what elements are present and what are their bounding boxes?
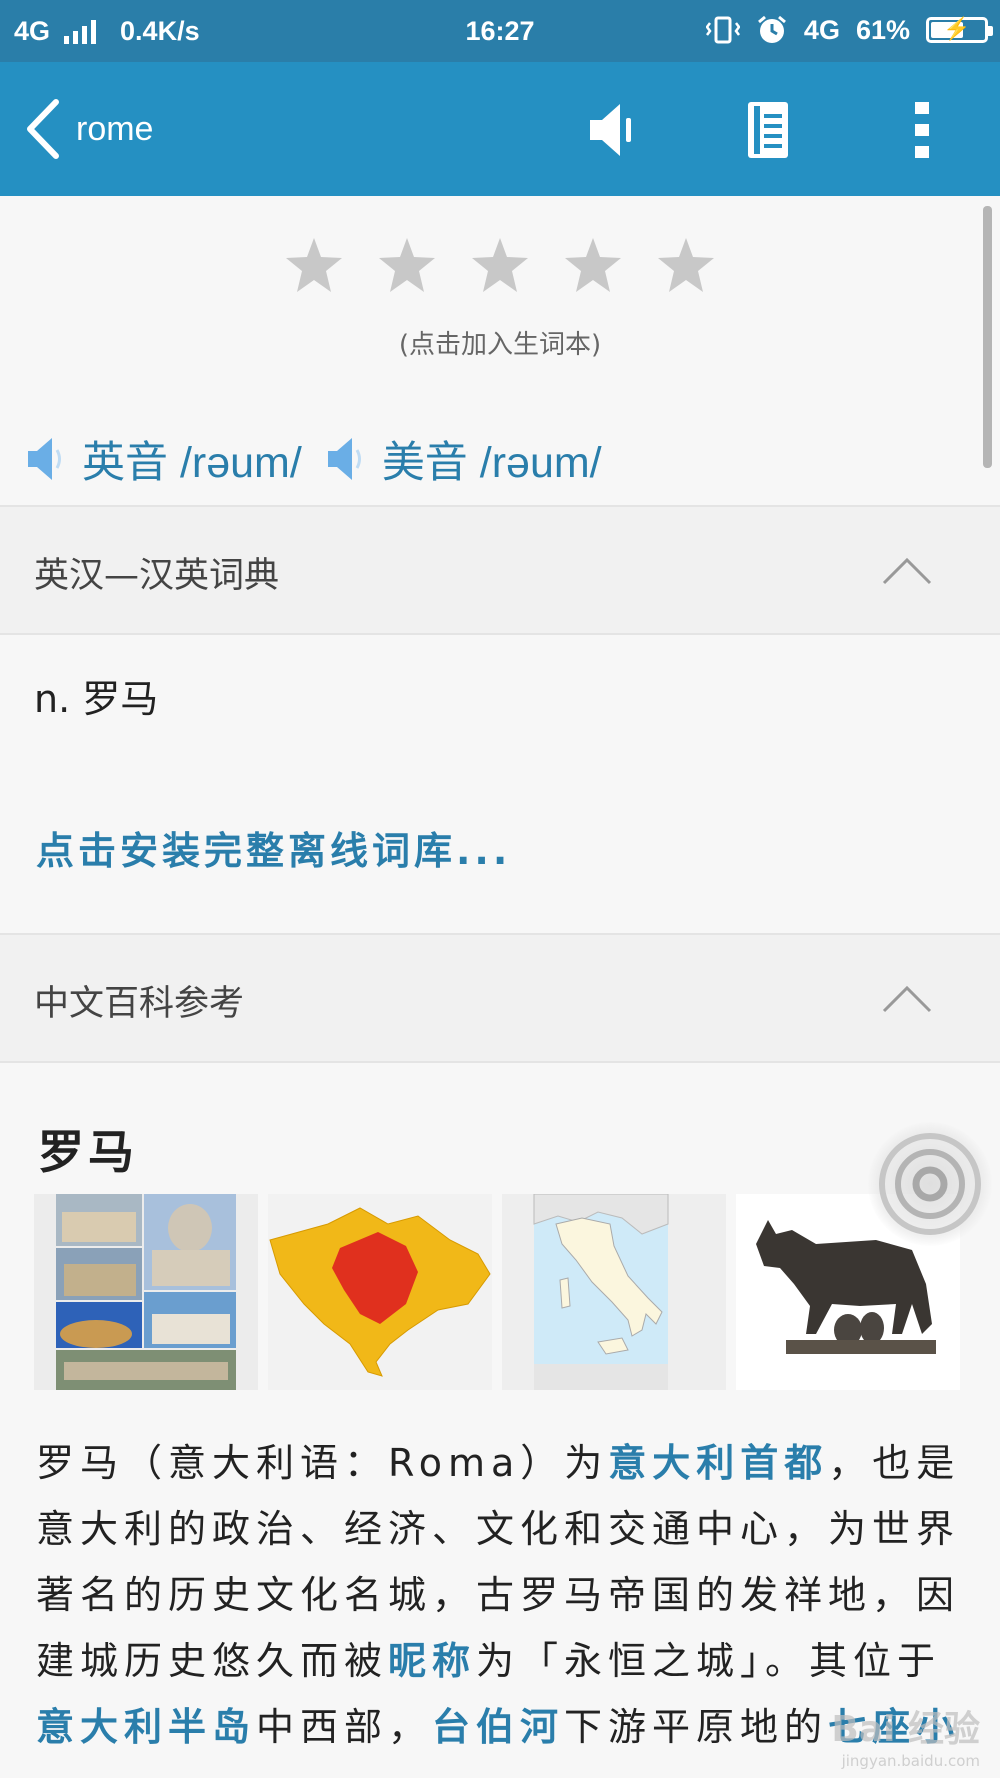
uk-pronunciation-label: 英音 /rəum/ bbox=[82, 439, 302, 487]
definition-text: n. 罗马 bbox=[34, 677, 159, 721]
wordbook-button[interactable] bbox=[736, 98, 800, 162]
target-icon bbox=[879, 1133, 981, 1235]
pronunciation-row: 英音 /rəum/ 美音 /rəum/ bbox=[26, 428, 626, 490]
star-icon[interactable] bbox=[284, 236, 344, 294]
divider bbox=[0, 1061, 1000, 1063]
star-icon[interactable] bbox=[377, 236, 437, 294]
more-vert-icon bbox=[915, 102, 929, 158]
charging-icon: ⚡ bbox=[943, 16, 971, 41]
uk-pronunciation-button[interactable]: 英音 /rəum/ bbox=[26, 428, 302, 490]
notebook-icon bbox=[748, 102, 788, 158]
chevron-up-icon bbox=[882, 557, 932, 585]
entry-text: 中西部， bbox=[256, 1705, 433, 1749]
entry-text: 下游平原地的 bbox=[564, 1705, 829, 1749]
star-icon[interactable] bbox=[470, 236, 530, 294]
speaker-button[interactable] bbox=[580, 98, 644, 162]
section-title: 中文百科参考 bbox=[34, 984, 245, 1024]
entry-text: 罗马（意大利语：Roma）为 bbox=[36, 1441, 609, 1485]
battery-percent: 61% bbox=[855, 14, 910, 45]
speaker-icon bbox=[590, 104, 631, 156]
entry-link[interactable]: 意大利半岛 bbox=[36, 1705, 256, 1749]
entry-title: 罗马 bbox=[38, 1125, 138, 1179]
vibrate-icon bbox=[705, 16, 740, 44]
speaker-icon bbox=[28, 438, 61, 480]
baike-section-header[interactable]: 中文百科参考 bbox=[0, 935, 1000, 1061]
floating-action-button[interactable] bbox=[868, 1122, 992, 1246]
italy-map-image[interactable] bbox=[502, 1194, 726, 1390]
more-button[interactable] bbox=[890, 98, 954, 162]
alarm-icon bbox=[757, 15, 786, 43]
chevron-up-icon bbox=[882, 985, 932, 1013]
star-icon[interactable] bbox=[656, 236, 716, 294]
speaker-icon bbox=[327, 438, 361, 480]
back-button[interactable]: rome bbox=[22, 96, 172, 162]
dictionary-section-header[interactable]: 英汉—汉英词典 bbox=[0, 507, 1000, 633]
back-icon bbox=[27, 99, 59, 159]
battery-icon: ⚡ bbox=[926, 16, 993, 43]
watermark-logo: Bai 经验 jingyan.baidu.com bbox=[831, 1700, 980, 1770]
image-gallery bbox=[34, 1194, 960, 1390]
network-type-right: 4G bbox=[803, 14, 840, 45]
install-dictionary-link[interactable]: 点击安装完整离线词库... bbox=[36, 820, 511, 875]
status-bar: 4G 0.4K/s 16:27 4G 61% ⚡ bbox=[0, 0, 1000, 62]
rome-province-map-image[interactable] bbox=[268, 1194, 492, 1390]
entry-text: 为「永恒之城」。其位于 bbox=[476, 1639, 942, 1683]
us-pronunciation-button[interactable]: 美音 /rəum/ bbox=[326, 428, 602, 490]
entry-link[interactable]: 意大利首都 bbox=[608, 1441, 828, 1485]
watermark-url: jingyan.baidu.com bbox=[841, 1752, 980, 1770]
rome-collage-image[interactable] bbox=[34, 1194, 258, 1390]
status-right: 4G 61% ⚡ bbox=[705, 14, 993, 46]
section-title: 英汉—汉英词典 bbox=[34, 556, 280, 596]
us-pronunciation-label: 美音 /rəum/ bbox=[381, 439, 602, 487]
app-bar: rome bbox=[0, 62, 1000, 196]
star-rating[interactable] bbox=[0, 236, 1000, 294]
rating-hint: (点击加入生词本) bbox=[398, 330, 602, 360]
star-icon[interactable] bbox=[563, 236, 623, 294]
entry-link[interactable]: 台伯河 bbox=[432, 1705, 564, 1749]
entry-link[interactable]: 昵称 bbox=[388, 1639, 476, 1683]
divider bbox=[0, 633, 1000, 635]
watermark-text: Bai 经验 bbox=[831, 1709, 980, 1750]
page-title: rome bbox=[76, 109, 154, 148]
